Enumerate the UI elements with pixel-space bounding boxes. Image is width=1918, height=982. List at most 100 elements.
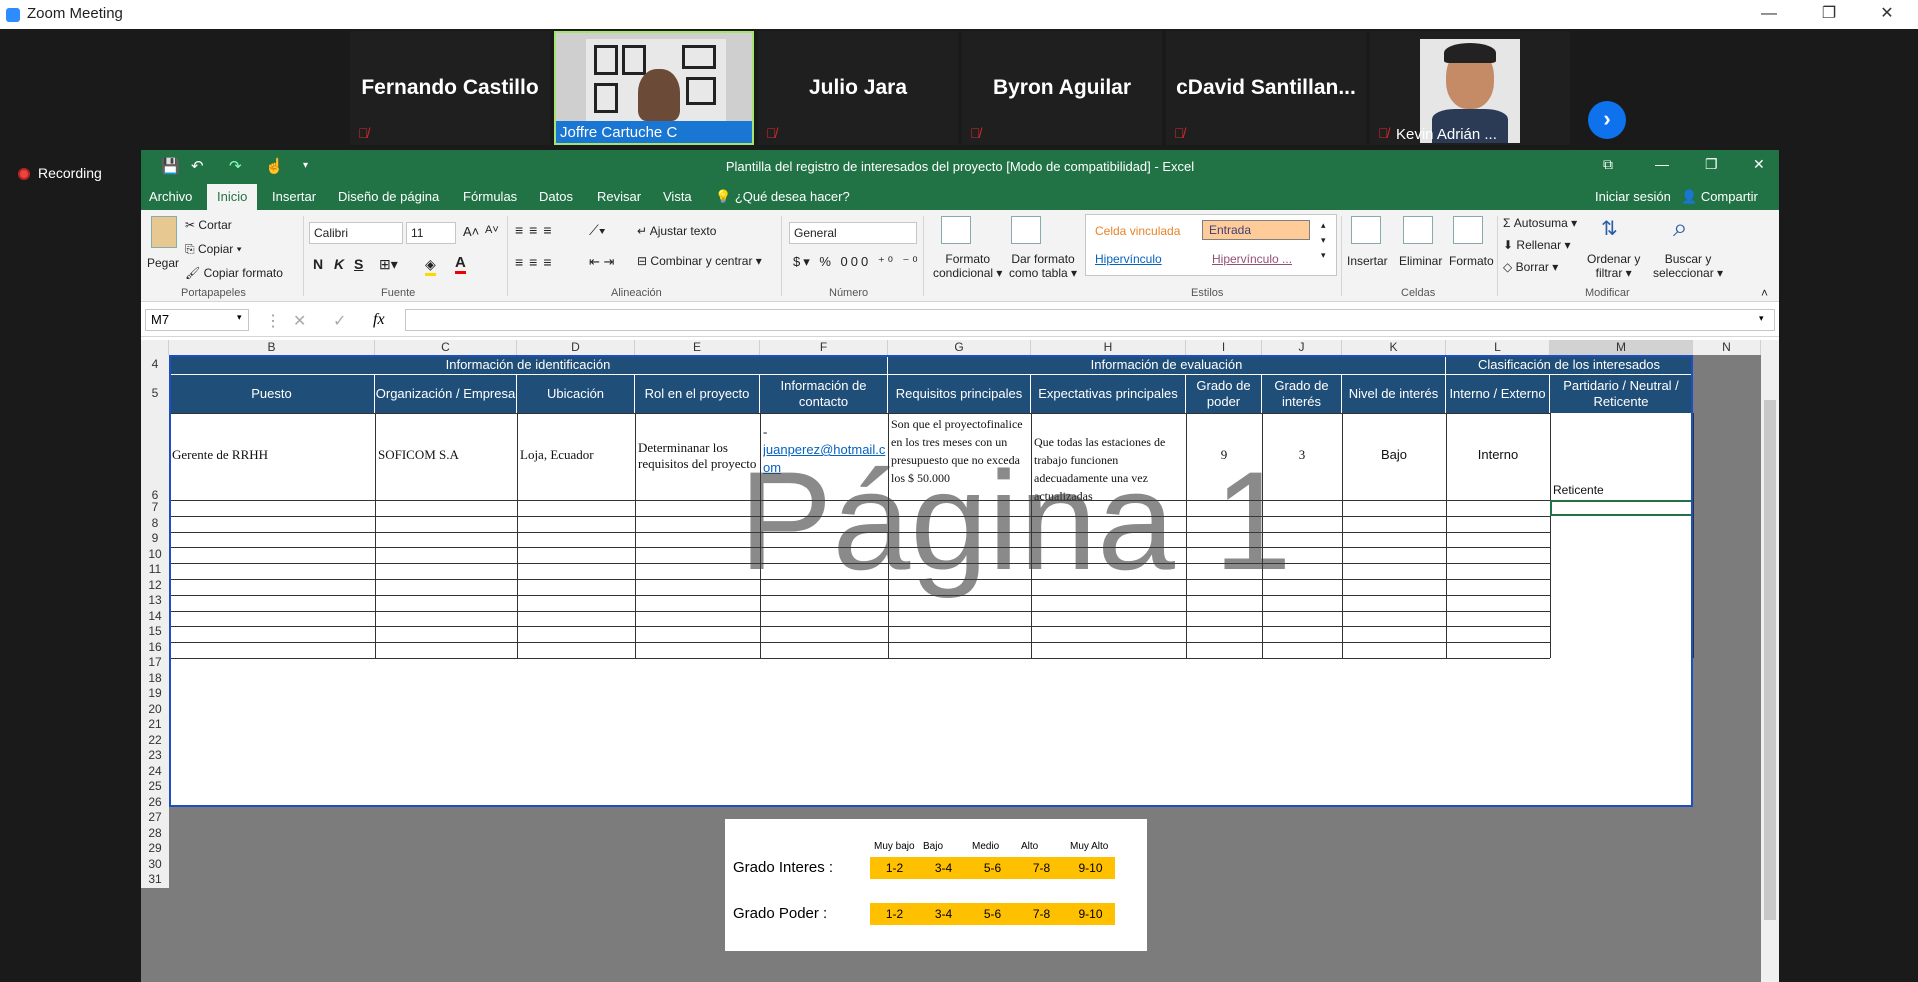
delete-cells-icon[interactable] bbox=[1403, 216, 1433, 244]
wrap-text-button[interactable]: ↵ Ajustar texto bbox=[637, 224, 716, 238]
participant-tile-active[interactable]: Joffre Cartuche C bbox=[554, 31, 754, 145]
clear-button[interactable]: ◇ Borrar ▾ bbox=[1503, 260, 1558, 274]
tab-inicio[interactable]: Inicio bbox=[207, 184, 258, 210]
underline-button[interactable]: S bbox=[354, 256, 363, 272]
excel-restore-button[interactable]: ❐ bbox=[1705, 156, 1718, 173]
copy-button[interactable]: ⎘ Copiar ▾ bbox=[185, 242, 242, 257]
row-header[interactable]: 24 bbox=[141, 763, 169, 779]
tab-formulas[interactable]: Fórmulas bbox=[463, 189, 517, 204]
participant-tile[interactable]: cDavid Santillan... 🎙̸ bbox=[1166, 31, 1366, 145]
row-header[interactable]: 10 bbox=[141, 546, 169, 562]
next-page-button[interactable]: › bbox=[1588, 101, 1626, 139]
cut-button[interactable]: ✂ Cortar bbox=[185, 218, 232, 232]
row-header[interactable]: 21 bbox=[141, 717, 169, 733]
row-header[interactable]: 30 bbox=[141, 856, 169, 872]
cell-organizacion[interactable]: SOFICOM S.A bbox=[378, 447, 516, 463]
participant-tile[interactable]: Byron Aguilar 🎙̸ bbox=[962, 31, 1162, 145]
orientation-icon[interactable]: ⟋▾ bbox=[589, 222, 606, 239]
format-cells-button[interactable]: Formato bbox=[1449, 254, 1494, 268]
italic-button[interactable]: K bbox=[334, 256, 344, 272]
col-header[interactable]: H bbox=[1031, 340, 1186, 355]
copy-format-button[interactable]: 🖌 Copiar formato bbox=[185, 266, 283, 280]
row-header[interactable]: 22 bbox=[141, 732, 169, 748]
cell-ubicacion[interactable]: Loja, Ecuador bbox=[520, 447, 634, 463]
font-color-icon[interactable]: A bbox=[455, 254, 466, 274]
col-header[interactable]: G bbox=[888, 340, 1031, 355]
row-header[interactable]: 7 bbox=[141, 500, 169, 516]
cell-partidario[interactable]: Reticente bbox=[1553, 483, 1691, 497]
row-header[interactable]: 18 bbox=[141, 670, 169, 686]
vertical-scrollbar[interactable] bbox=[1761, 340, 1779, 982]
format-cells-icon[interactable] bbox=[1453, 216, 1483, 244]
horizontal-align-icons[interactable]: ≡≡≡ bbox=[515, 254, 558, 270]
paste-icon[interactable] bbox=[151, 216, 177, 248]
row-header[interactable]: 19 bbox=[141, 686, 169, 702]
number-format-select[interactable]: General bbox=[789, 222, 917, 244]
row-header[interactable]: 4 bbox=[141, 355, 169, 374]
col-header[interactable]: I bbox=[1186, 340, 1262, 355]
fill-color-icon[interactable]: ◈ bbox=[425, 256, 436, 276]
row-header[interactable]: 6 bbox=[141, 413, 169, 502]
style-entrada[interactable]: Entrada bbox=[1202, 220, 1310, 240]
more-options-icon[interactable]: ⋮ bbox=[265, 311, 281, 331]
style-celda-vinculada[interactable]: Celda vinculada bbox=[1089, 222, 1186, 242]
col-header[interactable]: C bbox=[375, 340, 517, 355]
col-header[interactable]: D bbox=[517, 340, 635, 355]
collapse-ribbon-icon[interactable]: ˄ bbox=[1761, 286, 1768, 300]
col-header[interactable]: K bbox=[1342, 340, 1446, 355]
vertical-align-icons[interactable]: ≡≡≡ bbox=[515, 222, 558, 238]
participant-tile[interactable]: Fernando Castillo 🎙̸ bbox=[350, 31, 550, 145]
table-format-icon[interactable] bbox=[1011, 216, 1041, 244]
row-header[interactable]: 8 bbox=[141, 515, 169, 531]
ribbon-display-icon[interactable]: ⧉ bbox=[1603, 156, 1613, 173]
row-header[interactable]: 23 bbox=[141, 748, 169, 764]
sort-filter-icon[interactable]: ⇅ bbox=[1601, 216, 1618, 241]
grow-font-icon[interactable]: A˄ bbox=[463, 224, 479, 239]
confirm-entry-icon[interactable]: ✓ bbox=[333, 311, 346, 331]
insert-function-icon[interactable]: fx bbox=[373, 311, 385, 329]
tab-insertar[interactable]: Insertar bbox=[272, 189, 316, 204]
number-format-icons[interactable]: $▾ % 000 ⁺⁰ ⁻⁰ bbox=[793, 254, 921, 270]
style-hipervinculo-visitado[interactable]: Hipervínculo ... bbox=[1206, 250, 1298, 270]
participant-tile[interactable]: Julio Jara 🎙̸ bbox=[758, 31, 958, 145]
tab-archivo[interactable]: Archivo bbox=[149, 189, 192, 204]
row-header[interactable]: 15 bbox=[141, 624, 169, 640]
col-header-selected[interactable]: M bbox=[1550, 340, 1693, 355]
row-header[interactable]: 11 bbox=[141, 562, 169, 578]
font-size-select[interactable]: 11 bbox=[406, 222, 456, 244]
row-header[interactable]: 27 bbox=[141, 810, 169, 826]
col-header[interactable]: E bbox=[635, 340, 760, 355]
row-header[interactable]: 26 bbox=[141, 794, 169, 810]
paste-button[interactable]: Pegar bbox=[147, 256, 179, 270]
scroll-thumb[interactable] bbox=[1764, 400, 1776, 920]
recording-indicator[interactable]: Recording bbox=[18, 165, 102, 181]
styles-scroll-icon[interactable]: ▴ ▾ ▾ bbox=[1321, 218, 1326, 263]
formula-input[interactable] bbox=[405, 309, 1775, 331]
cell-nivel-interes[interactable]: Bajo bbox=[1342, 447, 1446, 462]
participant-tile[interactable]: 🎙̸ Kevin Adrián ... bbox=[1370, 31, 1570, 145]
row-header[interactable]: 12 bbox=[141, 577, 169, 593]
find-select-button[interactable]: Buscar y seleccionar ▾ bbox=[1653, 252, 1723, 280]
shrink-font-icon[interactable]: A˅ bbox=[485, 224, 499, 236]
row-header[interactable]: 25 bbox=[141, 779, 169, 795]
row-header[interactable]: 28 bbox=[141, 825, 169, 841]
col-header[interactable]: N bbox=[1693, 340, 1761, 355]
sign-in-link[interactable]: Iniciar sesión bbox=[1595, 189, 1671, 204]
tell-me-search[interactable]: 💡 ¿Qué desea hacer? bbox=[715, 189, 850, 205]
col-header[interactable]: J bbox=[1262, 340, 1342, 355]
merge-center-button[interactable]: ⊟ Combinar y centrar ▾ bbox=[637, 254, 762, 268]
select-all-corner[interactable] bbox=[141, 340, 169, 355]
col-header[interactable]: L bbox=[1446, 340, 1550, 355]
minimize-button[interactable]: — bbox=[1754, 2, 1784, 26]
row-header[interactable]: 17 bbox=[141, 655, 169, 671]
col-header[interactable]: B bbox=[169, 340, 375, 355]
font-name-select[interactable]: Calibri bbox=[309, 222, 403, 244]
conditional-format-button[interactable]: Formato condicional ▾ bbox=[933, 252, 1002, 280]
row-header[interactable]: 31 bbox=[141, 872, 169, 888]
excel-close-button[interactable]: ✕ bbox=[1753, 156, 1765, 173]
col-header[interactable]: F bbox=[760, 340, 888, 355]
tab-revisar[interactable]: Revisar bbox=[597, 189, 641, 204]
format-as-table-button[interactable]: Dar formato como tabla ▾ bbox=[1009, 252, 1077, 280]
row-header[interactable]: 29 bbox=[141, 841, 169, 857]
find-icon[interactable]: ⌕ bbox=[1673, 212, 1688, 244]
